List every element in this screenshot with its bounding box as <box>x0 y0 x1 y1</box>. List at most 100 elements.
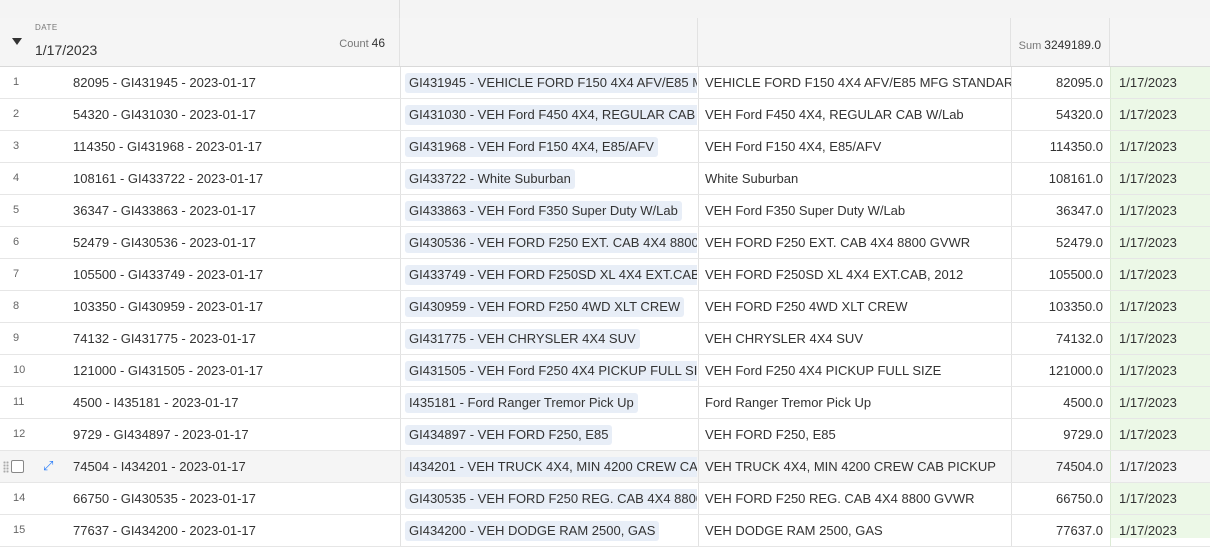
table-row[interactable]: 2 54320 - GI431030 - 2023-01-17 GI431030 -… <box>0 99 1210 131</box>
description-cell[interactable]: VEH CHRYSLER 4X4 SUV <box>698 323 1011 354</box>
record-name-cell[interactable]: 121000 - GI431505 - 2023-01-17 <box>73 355 393 386</box>
record-name-cell[interactable]: 36347 - GI433863 - 2023-01-17 <box>73 195 393 226</box>
expand-record-icon[interactable]: ⤢ <box>43 459 57 473</box>
amount-cell[interactable]: 4500.0 <box>1011 387 1110 418</box>
date-cell[interactable]: 1/17/2023 <box>1110 67 1210 98</box>
description-cell[interactable]: VEH FORD F250 EXT. CAB 4X4 8800 GVWR <box>698 227 1011 258</box>
table-row[interactable]: 6 52479 - GI430536 - 2023-01-17 GI430536 -… <box>0 227 1210 259</box>
linked-record-chip[interactable]: GI433863 - VEH Ford F350 Super Duty W/La… <box>405 200 682 221</box>
linked-record-cell[interactable]: GI434897 - VEH FORD F250, E85 <box>400 419 697 450</box>
description-cell[interactable]: VEH TRUCK 4X4, MIN 4200 CREW CAB PICKUP <box>698 451 1011 482</box>
linked-record-chip[interactable]: GI431968 - VEH Ford F150 4X4, E85/AFV <box>405 136 658 157</box>
amount-cell[interactable]: 103350.0 <box>1011 291 1110 322</box>
linked-record-chip[interactable]: GI431505 - VEH Ford F250 4X4 PICKUP FULL… <box>405 360 697 381</box>
record-name-cell[interactable]: 74504 - I434201 - 2023-01-17 <box>73 451 393 482</box>
table-row[interactable]: 5 36347 - GI433863 - 2023-01-17 GI433863 -… <box>0 195 1210 227</box>
table-row[interactable]: 4 108161 - GI433722 - 2023-01-17 GI433722 … <box>0 163 1210 195</box>
description-cell[interactable]: VEH DODGE RAM 2500, GAS <box>698 515 1011 546</box>
description-cell[interactable]: VEHICLE FORD F150 4X4 AFV/E85 MFG STANDA… <box>698 67 1011 98</box>
amount-cell[interactable]: 74504.0 <box>1011 451 1110 482</box>
date-cell[interactable]: 1/17/2023 <box>1110 131 1210 162</box>
date-cell[interactable]: 1/17/2023 <box>1110 323 1210 354</box>
date-cell[interactable]: 1/17/2023 <box>1110 419 1210 450</box>
amount-cell[interactable]: 114350.0 <box>1011 131 1110 162</box>
date-cell[interactable]: 1/17/2023 <box>1110 387 1210 418</box>
description-cell[interactable]: VEH FORD F250, E85 <box>698 419 1011 450</box>
table-row[interactable]: 15 77637 - GI434200 - 2023-01-17 GI434200 … <box>0 515 1210 547</box>
date-cell[interactable]: 1/17/2023 <box>1110 99 1210 130</box>
table-row[interactable]: 9 74132 - GI431775 - 2023-01-17 GI431775 -… <box>0 323 1210 355</box>
linked-record-cell[interactable]: I435181 - Ford Ranger Tremor Pick Up <box>400 387 697 418</box>
collapse-group-toggle-icon[interactable] <box>12 38 22 45</box>
table-row[interactable]: 7 105500 - GI433749 - 2023-01-17 GI433749 … <box>0 259 1210 291</box>
amount-cell[interactable]: 74132.0 <box>1011 323 1110 354</box>
record-name-cell[interactable]: 105500 - GI433749 - 2023-01-17 <box>73 259 393 290</box>
table-row[interactable]: ⤢ 74504 - I434201 - 2023-01-17 I434201 - V… <box>0 451 1210 483</box>
date-cell[interactable]: 1/17/2023 <box>1110 515 1210 546</box>
linked-record-chip[interactable]: GI431775 - VEH CHRYSLER 4X4 SUV <box>405 328 640 349</box>
record-name-cell[interactable]: 66750 - GI430535 - 2023-01-17 <box>73 483 393 514</box>
table-row[interactable]: 1 82095 - GI431945 - 2023-01-17 GI431945 -… <box>0 67 1210 99</box>
drag-handle-icon[interactable] <box>3 461 9 473</box>
date-cell[interactable]: 1/17/2023 <box>1110 451 1210 482</box>
description-cell[interactable]: VEH Ford F250 4X4 PICKUP FULL SIZE <box>698 355 1011 386</box>
date-cell[interactable]: 1/17/2023 <box>1110 259 1210 290</box>
table-row[interactable]: 8 103350 - GI430959 - 2023-01-17 GI430959 … <box>0 291 1210 323</box>
table-row[interactable]: 3 114350 - GI431968 - 2023-01-17 GI431968 … <box>0 131 1210 163</box>
amount-cell[interactable]: 54320.0 <box>1011 99 1110 130</box>
date-cell[interactable]: 1/17/2023 <box>1110 483 1210 514</box>
amount-cell[interactable]: 9729.0 <box>1011 419 1110 450</box>
linked-record-cell[interactable]: GI430959 - VEH FORD F250 4WD XLT CREW <box>400 291 697 322</box>
description-cell[interactable]: VEH Ford F150 4X4, E85/AFV <box>698 131 1011 162</box>
amount-cell[interactable]: 52479.0 <box>1011 227 1110 258</box>
table-row[interactable]: 12 9729 - GI434897 - 2023-01-17 GI434897 -… <box>0 419 1210 451</box>
linked-record-cell[interactable]: GI431505 - VEH Ford F250 4X4 PICKUP FULL… <box>400 355 697 386</box>
linked-record-chip[interactable]: GI433749 - VEH FORD F250SD XL 4X4 EXT.CA… <box>405 264 697 285</box>
record-name-cell[interactable]: 52479 - GI430536 - 2023-01-17 <box>73 227 393 258</box>
amount-cell[interactable]: 108161.0 <box>1011 163 1110 194</box>
description-cell[interactable]: VEH FORD F250 4WD XLT CREW <box>698 291 1011 322</box>
record-name-cell[interactable]: 108161 - GI433722 - 2023-01-17 <box>73 163 393 194</box>
linked-record-cell[interactable]: GI433749 - VEH FORD F250SD XL 4X4 EXT.CA… <box>400 259 697 290</box>
date-cell[interactable]: 1/17/2023 <box>1110 163 1210 194</box>
linked-record-cell[interactable]: GI430535 - VEH FORD F250 REG. CAB 4X4 88… <box>400 483 697 514</box>
linked-record-cell[interactable]: GI433863 - VEH Ford F350 Super Duty W/La… <box>400 195 697 226</box>
description-cell[interactable]: VEH Ford F350 Super Duty W/Lab <box>698 195 1011 226</box>
record-name-cell[interactable]: 54320 - GI431030 - 2023-01-17 <box>73 99 393 130</box>
amount-cell[interactable]: 77637.0 <box>1011 515 1110 546</box>
table-row[interactable]: 14 66750 - GI430535 - 2023-01-17 GI430535 … <box>0 483 1210 515</box>
linked-record-cell[interactable]: GI430536 - VEH FORD F250 EXT. CAB 4X4 88… <box>400 227 697 258</box>
linked-record-chip[interactable]: GI430536 - VEH FORD F250 EXT. CAB 4X4 88… <box>405 232 697 253</box>
description-cell[interactable]: VEH Ford F450 4X4, REGULAR CAB W/Lab <box>698 99 1011 130</box>
record-name-cell[interactable]: 82095 - GI431945 - 2023-01-17 <box>73 67 393 98</box>
linked-record-cell[interactable]: GI431030 - VEH Ford F450 4X4, REGULAR CA… <box>400 99 697 130</box>
record-name-cell[interactable]: 74132 - GI431775 - 2023-01-17 <box>73 323 393 354</box>
linked-record-chip[interactable]: GI433722 - White Suburban <box>405 168 575 189</box>
date-cell[interactable]: 1/17/2023 <box>1110 355 1210 386</box>
amount-cell[interactable]: 36347.0 <box>1011 195 1110 226</box>
amount-cell[interactable]: 66750.0 <box>1011 483 1110 514</box>
record-name-cell[interactable]: 114350 - GI431968 - 2023-01-17 <box>73 131 393 162</box>
amount-cell[interactable]: 121000.0 <box>1011 355 1110 386</box>
amount-cell[interactable]: 82095.0 <box>1011 67 1110 98</box>
record-name-cell[interactable]: 4500 - I435181 - 2023-01-17 <box>73 387 393 418</box>
linked-record-chip[interactable]: GI431030 - VEH Ford F450 4X4, REGULAR CA… <box>405 104 697 125</box>
linked-record-chip[interactable]: I434201 - VEH TRUCK 4X4, MIN 4200 CREW C… <box>405 456 697 477</box>
description-cell[interactable]: VEH FORD F250SD XL 4X4 EXT.CAB, 2012 <box>698 259 1011 290</box>
linked-record-chip[interactable]: GI430959 - VEH FORD F250 4WD XLT CREW <box>405 296 685 317</box>
description-cell[interactable]: VEH FORD F250 REG. CAB 4X4 8800 GVWR <box>698 483 1011 514</box>
date-cell[interactable]: 1/17/2023 <box>1110 195 1210 226</box>
linked-record-cell[interactable]: GI433722 - White Suburban <box>400 163 697 194</box>
record-name-cell[interactable]: 103350 - GI430959 - 2023-01-17 <box>73 291 393 322</box>
linked-record-chip[interactable]: I435181 - Ford Ranger Tremor Pick Up <box>405 392 638 413</box>
table-row[interactable]: 10 121000 - GI431505 - 2023-01-17 GI431505… <box>0 355 1210 387</box>
table-row[interactable]: 11 4500 - I435181 - 2023-01-17 I435181 - F… <box>0 387 1210 419</box>
description-cell[interactable]: White Suburban <box>698 163 1011 194</box>
linked-record-cell[interactable]: I434201 - VEH TRUCK 4X4, MIN 4200 CREW C… <box>400 451 697 482</box>
description-cell[interactable]: Ford Ranger Tremor Pick Up <box>698 387 1011 418</box>
record-name-cell[interactable]: 9729 - GI434897 - 2023-01-17 <box>73 419 393 450</box>
linked-record-cell[interactable]: GI431775 - VEH CHRYSLER 4X4 SUV <box>400 323 697 354</box>
linked-record-chip[interactable]: GI434897 - VEH FORD F250, E85 <box>405 424 613 445</box>
date-cell[interactable]: 1/17/2023 <box>1110 291 1210 322</box>
linked-record-cell[interactable]: GI431945 - VEHICLE FORD F150 4X4 AFV/E85… <box>400 67 697 98</box>
